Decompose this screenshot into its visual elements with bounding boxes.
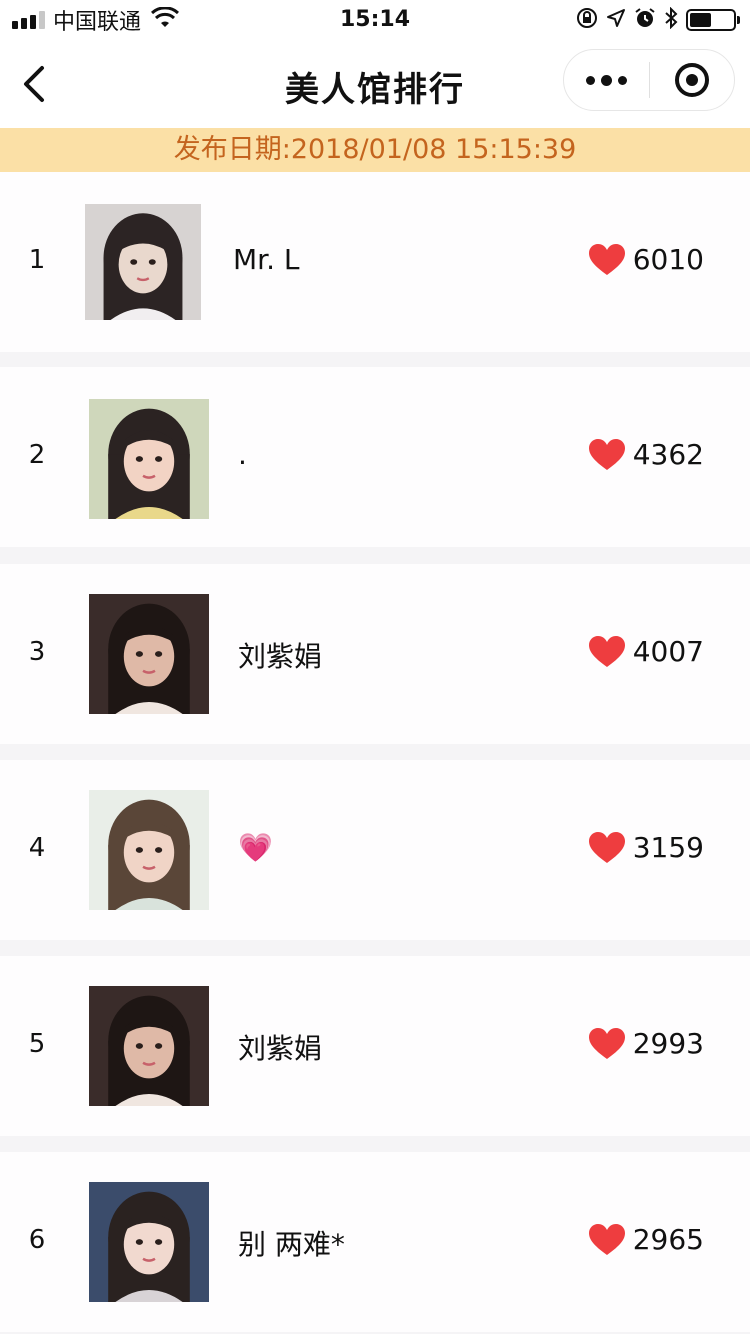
heart-icon: [588, 1027, 625, 1059]
avatar[interactable]: [85, 204, 201, 320]
status-bar: 中国联通 15:14: [0, 0, 750, 40]
bluetooth-icon: [664, 6, 678, 33]
like-count[interactable]: 3159: [588, 831, 704, 864]
heart-icon: [588, 1223, 625, 1255]
battery-icon: [686, 9, 740, 31]
like-count-value: 3159: [632, 831, 704, 864]
avatar[interactable]: [89, 1182, 209, 1302]
like-count-value: 2993: [632, 1027, 704, 1060]
user-name: .: [238, 438, 247, 471]
user-name: 刘紫娟: [238, 640, 323, 673]
rank-number: 2: [28, 440, 46, 470]
rank-number: 4: [28, 833, 46, 863]
mini-program-capsule: [563, 49, 735, 111]
more-dots-icon: [586, 75, 595, 85]
ranking-row[interactable]: 5 刘紫娟 2993: [0, 956, 750, 1136]
ranking-row[interactable]: 1 Mr. L 6010: [0, 172, 750, 352]
rank-number: 6: [28, 1225, 46, 1255]
location-icon: [606, 8, 626, 32]
user-name: 刘紫娟: [238, 1032, 323, 1065]
rank-number: 5: [28, 1029, 46, 1059]
ranking-row[interactable]: 4 💗 3159: [0, 760, 750, 940]
alarm-icon: [634, 7, 656, 33]
heart-icon: [588, 831, 625, 863]
nav-bar: 美人馆排行: [0, 40, 750, 128]
like-count-value: 4362: [632, 438, 704, 471]
user-name: 别 两难*: [238, 1228, 345, 1261]
publish-date-banner: 发布日期:2018/01/08 15:15:39: [0, 128, 750, 172]
like-count[interactable]: 4362: [588, 438, 704, 471]
more-button[interactable]: [564, 49, 649, 111]
like-count[interactable]: 4007: [588, 635, 704, 668]
target-close-icon: [674, 63, 709, 97]
ranking-row[interactable]: 6 别 两难* 2965: [0, 1152, 750, 1332]
close-button[interactable]: [650, 49, 734, 111]
user-name: 💗: [238, 831, 273, 864]
rank-number: 1: [28, 245, 46, 275]
heart-icon: [588, 243, 625, 275]
user-name: Mr. L: [233, 243, 300, 276]
ranking-row[interactable]: 3 刘紫娟 4007: [0, 564, 750, 744]
rank-number: 3: [28, 637, 46, 667]
orientation-lock-icon: [576, 7, 598, 33]
heart-icon: [588, 438, 625, 470]
like-count[interactable]: 6010: [588, 243, 704, 276]
ranking-row[interactable]: 2 . 4362: [0, 367, 750, 547]
like-count-value: 6010: [632, 243, 704, 276]
avatar[interactable]: [89, 594, 209, 714]
like-count-value: 2965: [632, 1223, 704, 1256]
avatar[interactable]: [89, 986, 209, 1106]
heart-icon: [588, 635, 625, 667]
avatar[interactable]: [89, 399, 209, 519]
avatar[interactable]: [89, 790, 209, 910]
like-count[interactable]: 2965: [588, 1223, 704, 1256]
like-count-value: 4007: [632, 635, 704, 668]
like-count[interactable]: 2993: [588, 1027, 704, 1060]
